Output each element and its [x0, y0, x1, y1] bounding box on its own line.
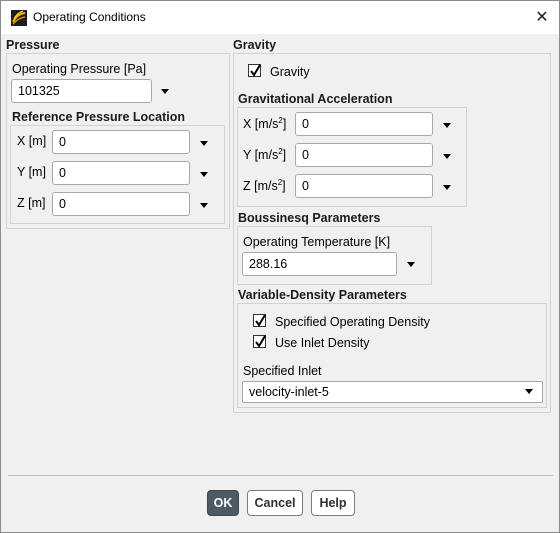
- reference-pressure-location-title: Reference Pressure Location: [12, 110, 185, 124]
- accel-y-caret-down-icon[interactable]: [443, 154, 451, 159]
- specified-inlet-select[interactable]: velocity-inlet-5: [242, 381, 543, 403]
- operating-temperature-caret-down-icon[interactable]: [407, 262, 415, 267]
- specified-operating-density-checkbox[interactable]: [253, 314, 266, 327]
- window-title: Operating Conditions: [33, 10, 146, 24]
- operating-conditions-dialog: Operating Conditions ✕ Pressure Operatin…: [0, 0, 560, 533]
- ref-z-caret-down-icon[interactable]: [200, 203, 208, 208]
- accel-y-input[interactable]: 0: [295, 143, 433, 167]
- cancel-button[interactable]: Cancel: [247, 490, 303, 516]
- gravitational-acceleration-title: Gravitational Acceleration: [238, 92, 393, 106]
- specified-inlet-label: Specified Inlet: [243, 364, 322, 378]
- gravity-section-title: Gravity: [233, 38, 277, 52]
- ref-y-label: Y [m]: [17, 165, 46, 179]
- accel-y-label: Y [m/s2]: [243, 147, 287, 162]
- specified-density-checkmark-icon: [255, 314, 266, 327]
- ref-y-input[interactable]: 0: [52, 161, 190, 185]
- operating-temperature-input[interactable]: 288.16: [242, 252, 397, 276]
- gravity-checkbox-label: Gravity: [270, 65, 310, 79]
- accel-z-input[interactable]: 0: [295, 174, 433, 198]
- use-inlet-density-checkbox[interactable]: [253, 335, 266, 348]
- ref-y-caret-down-icon[interactable]: [200, 172, 208, 177]
- gravity-checkbox[interactable]: [248, 64, 261, 77]
- operating-pressure-caret-down-icon[interactable]: [161, 89, 169, 94]
- ref-x-label: X [m]: [17, 134, 47, 148]
- title-bar: Operating Conditions ✕: [1, 1, 559, 34]
- ref-z-label: Z [m]: [17, 196, 46, 210]
- specified-operating-density-label: Specified Operating Density: [275, 315, 430, 329]
- close-icon[interactable]: ✕: [525, 1, 559, 34]
- use-inlet-density-label: Use Inlet Density: [275, 336, 370, 350]
- gravity-checkmark-icon: [250, 64, 261, 77]
- ref-z-input[interactable]: 0: [52, 192, 190, 216]
- accel-z-caret-down-icon[interactable]: [443, 185, 451, 190]
- accel-x-caret-down-icon[interactable]: [443, 123, 451, 128]
- ref-x-caret-down-icon[interactable]: [200, 141, 208, 146]
- pressure-section-title: Pressure: [6, 38, 60, 52]
- fluent-app-icon: [11, 10, 27, 26]
- help-button[interactable]: Help: [311, 490, 355, 516]
- variable-density-section-title: Variable-Density Parameters: [238, 288, 407, 302]
- boussinesq-section-title: Boussinesq Parameters: [238, 211, 381, 225]
- inlet-density-checkmark-icon: [255, 335, 266, 348]
- operating-pressure-label: Operating Pressure [Pa]: [12, 62, 147, 76]
- ref-x-input[interactable]: 0: [52, 130, 190, 154]
- accel-x-input[interactable]: 0: [295, 112, 433, 136]
- specified-inlet-caret-down-icon[interactable]: [525, 389, 533, 394]
- footer-separator: [8, 475, 553, 476]
- accel-x-label: X [m/s2]: [243, 116, 287, 131]
- operating-temperature-label: Operating Temperature [K]: [243, 235, 391, 249]
- operating-pressure-input[interactable]: 101325: [11, 79, 152, 103]
- specified-inlet-value: velocity-inlet-5: [249, 385, 329, 399]
- accel-z-label: Z [m/s2]: [243, 178, 286, 193]
- ok-button[interactable]: OK: [207, 490, 239, 516]
